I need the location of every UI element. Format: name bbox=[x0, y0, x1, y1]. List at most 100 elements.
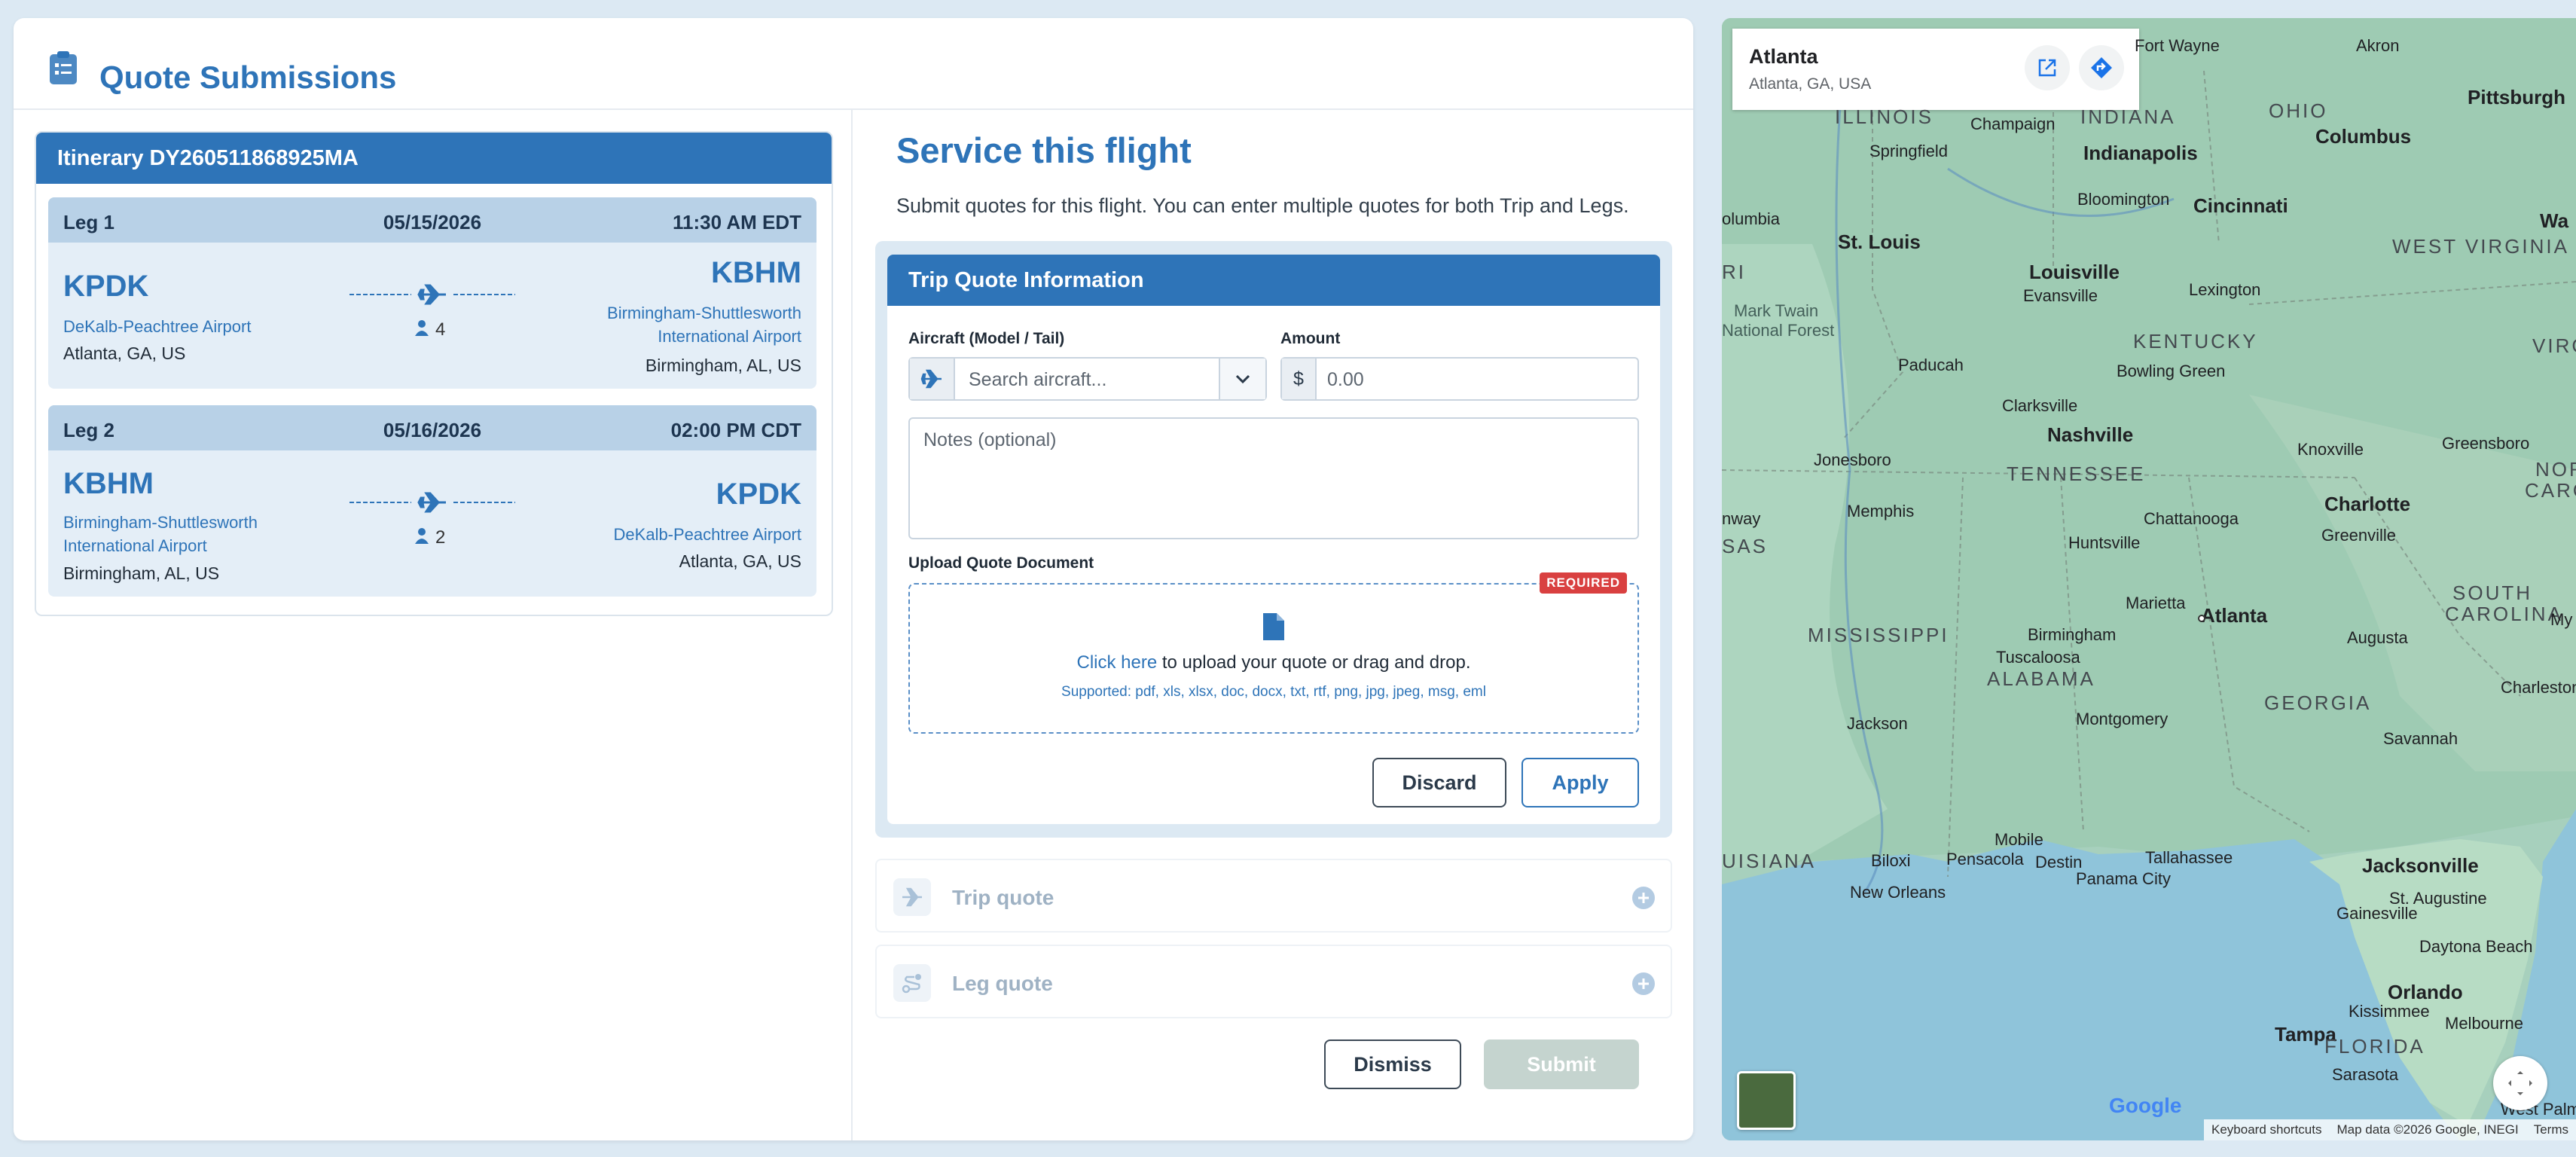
open-in-maps-button[interactable] bbox=[2025, 45, 2070, 90]
map-label: MISSISSIPPI bbox=[1808, 624, 1949, 646]
trip-quote-section[interactable]: Trip quote bbox=[875, 859, 1672, 933]
map-label: Pensacola bbox=[1946, 850, 2024, 869]
map-label: Clarksville bbox=[2002, 396, 2078, 415]
card-header: Quote Submissions bbox=[14, 18, 1693, 110]
map-label: New Orleans bbox=[1850, 883, 1946, 902]
map-label: Nashville bbox=[2047, 423, 2134, 446]
map-label: Orlando bbox=[2388, 981, 2463, 1003]
upload-dropzone[interactable]: REQUIRED Click here to upload your quote… bbox=[908, 572, 1639, 734]
terms-link[interactable]: Terms bbox=[2526, 1119, 2576, 1140]
map-label: Bowling Green bbox=[2117, 362, 2226, 380]
map-label: ILLINOIS bbox=[1835, 105, 1934, 128]
map-label: Jackson bbox=[1847, 714, 1908, 733]
map-label: Kissimmee bbox=[2349, 1002, 2430, 1021]
origin-airport[interactable]: DeKalb-Peachtree Airport bbox=[63, 315, 251, 338]
origin-code: KPDK bbox=[63, 270, 149, 303]
passenger-icon bbox=[415, 320, 429, 336]
submit-button[interactable]: Submit bbox=[1484, 1039, 1639, 1089]
map-label: Jonesboro bbox=[1814, 450, 1891, 469]
passenger-count: 2 bbox=[435, 527, 446, 548]
amount-input[interactable]: $ 0.00 bbox=[1280, 357, 1639, 401]
map-label: Columbus bbox=[2315, 125, 2412, 148]
map-label: Pittsburgh bbox=[2468, 86, 2565, 108]
map-label: UISIANA bbox=[1722, 850, 1817, 872]
itinerary-header: Itinerary DY260511868925MA bbox=[36, 133, 832, 184]
map-label: Panama City bbox=[2076, 869, 2171, 888]
map-type-thumbnail[interactable] bbox=[1737, 1071, 1796, 1130]
map-label: Louisville bbox=[2029, 261, 2120, 283]
map-label: Mobile bbox=[1995, 830, 2043, 849]
map-label: Greenville bbox=[2321, 526, 2397, 545]
destination-code: KPDK bbox=[716, 478, 801, 511]
map-label: TENNESSEE bbox=[2007, 462, 2146, 485]
map-label: Gainesville bbox=[2336, 904, 2418, 923]
destination-airport[interactable]: DeKalb-Peachtree Airport bbox=[614, 523, 801, 546]
service-title: Service this flight bbox=[896, 130, 1192, 170]
notes-textarea[interactable]: Notes (optional) bbox=[908, 417, 1639, 539]
origin-code: KBHM bbox=[63, 467, 154, 500]
map-view[interactable]: Atlanta Atlanta, GA, USA Fort Wayne Akro… bbox=[1722, 18, 2576, 1140]
leg-bar: Leg 1 05/15/2026 11:30 AM EDT bbox=[48, 197, 816, 243]
place-card: Atlanta Atlanta, GA, USA bbox=[1732, 29, 2139, 110]
map-label: St. Louis bbox=[1838, 230, 1921, 253]
leg-card-1[interactable]: Leg 1 05/15/2026 11:30 AM EDT KPDK DeKal… bbox=[48, 197, 816, 389]
leg-time: 02:00 PM CDT bbox=[670, 419, 801, 441]
map-label: Springfield bbox=[1869, 142, 1948, 160]
add-circle-icon[interactable] bbox=[1631, 972, 1656, 996]
apply-button[interactable]: Apply bbox=[1521, 758, 1639, 807]
map-label: Biloxi bbox=[1871, 851, 1911, 870]
map-label: Marietta bbox=[2126, 594, 2186, 612]
currency-addon: $ bbox=[1282, 359, 1317, 399]
route-icon bbox=[902, 974, 921, 994]
destination-airport-line2: International Airport bbox=[658, 327, 801, 346]
directions-button[interactable] bbox=[2079, 45, 2124, 90]
map-label: Daytona Beach bbox=[2419, 937, 2533, 956]
map-label: Knoxville bbox=[2297, 440, 2364, 459]
leg-quote-label: Leg quote bbox=[952, 972, 1053, 995]
atlanta-marker[interactable] bbox=[2198, 615, 2205, 622]
map-label: Fort Wayne bbox=[2135, 36, 2220, 55]
dismiss-button[interactable]: Dismiss bbox=[1324, 1039, 1461, 1089]
map-data-text: Map data ©2026 Google, INEGI bbox=[2336, 1122, 2519, 1137]
discard-button[interactable]: Discard bbox=[1372, 758, 1506, 807]
aircraft-dropdown-toggle[interactable] bbox=[1219, 359, 1265, 399]
amount-placeholder: 0.00 bbox=[1327, 369, 1364, 390]
add-circle-icon[interactable] bbox=[1631, 886, 1656, 910]
trip-quote-form: Trip Quote Information Aircraft (Model /… bbox=[887, 255, 1660, 824]
fullscreen-button[interactable] bbox=[2493, 1056, 2547, 1110]
map-label: VIRGIN bbox=[2532, 334, 2576, 357]
map-label: Evansville bbox=[2023, 286, 2098, 305]
map-label: Tuscaloosa bbox=[1996, 648, 2080, 667]
fullscreen-icon bbox=[2508, 1071, 2532, 1095]
google-logo-text: Google bbox=[2109, 1094, 2182, 1117]
map-label: Indianapolis bbox=[2083, 142, 2198, 164]
destination-city: Birmingham, AL, US bbox=[645, 356, 801, 375]
destination-airport[interactable]: Birmingham-Shuttlesworth International A… bbox=[607, 301, 801, 348]
origin-airport-line1: Birmingham-Shuttlesworth bbox=[63, 513, 258, 532]
origin-city: Birmingham, AL, US bbox=[63, 563, 220, 583]
map-label: SAS bbox=[1722, 535, 1769, 557]
airplane-icon bbox=[349, 284, 515, 305]
clipboard-icon bbox=[50, 51, 77, 84]
map-label: Charlotte bbox=[2324, 493, 2411, 515]
amount-label: Amount bbox=[1280, 330, 1341, 347]
service-subtitle: Submit quotes for this flight. You can e… bbox=[896, 194, 1629, 217]
map-label: Atlanta bbox=[2201, 604, 2268, 627]
aircraft-placeholder: Search aircraft... bbox=[969, 369, 1107, 390]
aircraft-addon bbox=[910, 359, 955, 399]
airplane-icon bbox=[920, 369, 942, 389]
origin-airport[interactable]: Birmingham-Shuttlesworth International A… bbox=[63, 511, 258, 557]
leg-quote-section[interactable]: Leg quote bbox=[875, 945, 1672, 1018]
map-label: ALABAMA bbox=[1987, 667, 2095, 690]
map-label: Wa bbox=[2540, 209, 2569, 232]
leg-card-2[interactable]: Leg 2 05/16/2026 02:00 PM CDT KBHM Birmi… bbox=[48, 405, 816, 597]
trip-quote-label: Trip quote bbox=[952, 886, 1055, 909]
aircraft-search-input[interactable]: Search aircraft... bbox=[908, 357, 1267, 401]
origin-city: Atlanta, GA, US bbox=[63, 343, 186, 363]
page-title: Quote Submissions bbox=[99, 60, 397, 95]
itinerary-panel: Itinerary DY260511868925MA Leg 1 05/15/2… bbox=[35, 131, 833, 616]
upload-link[interactable]: Click here bbox=[1077, 652, 1158, 673]
map-label: Mark Twain bbox=[1734, 301, 1819, 320]
keyboard-shortcuts-link[interactable]: Keyboard shortcuts bbox=[2204, 1119, 2329, 1140]
map-label: SOUTH bbox=[2452, 582, 2532, 604]
